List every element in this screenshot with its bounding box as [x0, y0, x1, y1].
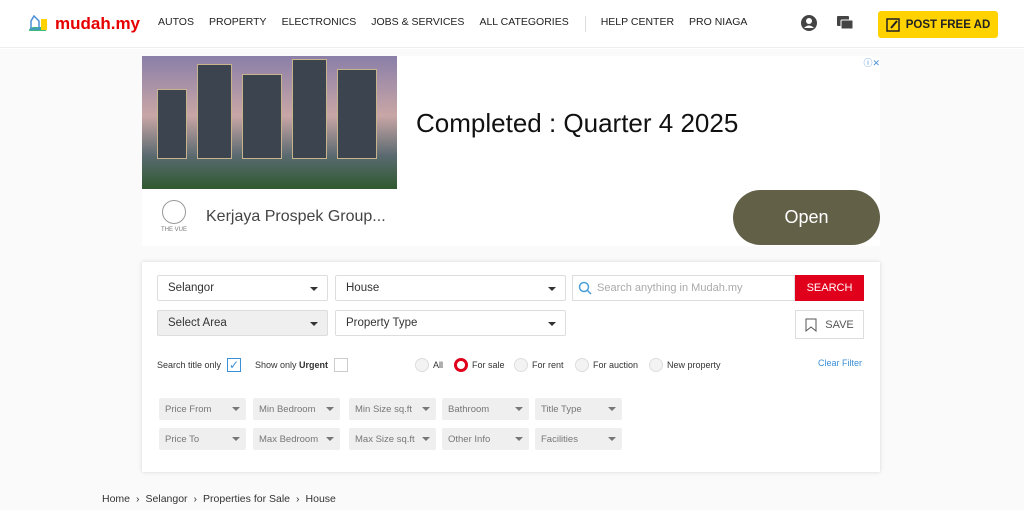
search-title-only-checkbox[interactable]: Search title only ✓ [157, 358, 242, 372]
max-size-select[interactable]: Max Size sq.ft [349, 428, 436, 450]
chevron-right-icon: › [193, 493, 198, 505]
price-to-select[interactable]: Price To [159, 428, 246, 450]
breadcrumb-home[interactable]: Home [102, 493, 130, 505]
ad-image [142, 56, 397, 189]
min-size-select[interactable]: Min Size sq.ft [349, 398, 436, 420]
post-free-ad-button[interactable]: POST FREE AD [878, 11, 998, 38]
title-type-select[interactable]: Title Type [535, 398, 622, 420]
facilities-select[interactable]: Facilities [535, 428, 622, 450]
ad-close-icon[interactable]: ⓘ✕ [863, 56, 880, 69]
chevron-right-icon: › [296, 493, 300, 505]
chat-icon[interactable] [836, 14, 854, 32]
logo-icon [29, 14, 47, 31]
radio-for-sale[interactable]: For sale [454, 358, 505, 372]
logo[interactable]: mudah.my [26, 13, 150, 35]
checkbox-checked[interactable]: ✓ [227, 358, 242, 372]
ad-headline: Completed : Quarter 4 2025 [416, 108, 739, 138]
user-icon[interactable] [800, 14, 818, 32]
save-search-button[interactable]: SAVE [795, 310, 864, 339]
nav-help-center[interactable]: HELP CENTER [601, 16, 674, 32]
radio-all[interactable]: All [415, 358, 443, 372]
advertisement[interactable]: ⓘ✕ Completed : Quarter 4 2025 THE VUE Ke… [142, 56, 880, 246]
nav-electronics[interactable]: ELECTRONICS [282, 16, 357, 32]
category-select[interactable]: House [335, 275, 566, 301]
breadcrumb-house: House [305, 493, 336, 505]
ad-open-button[interactable]: Open [733, 190, 880, 245]
bookmark-icon [805, 318, 817, 332]
max-bedroom-select[interactable]: Max Bedroom [253, 428, 340, 450]
nav-pro-niaga[interactable]: PRO NIAGA [689, 16, 747, 32]
breadcrumb-selangor[interactable]: Selangor [146, 493, 188, 505]
edit-icon [885, 17, 900, 32]
search-input[interactable]: Search anything in Mudah.my [572, 275, 795, 301]
ad-advertiser: Kerjaya Prospek Group... [206, 208, 386, 225]
breadcrumb-properties-for-sale[interactable]: Properties for Sale [203, 493, 290, 505]
nav-property[interactable]: PROPERTY [209, 16, 267, 32]
search-panel: Selangor House Search anything in Mudah.… [142, 262, 880, 472]
nav-jobs-services[interactable]: JOBS & SERVICES [371, 16, 464, 32]
main-nav: AUTOS PROPERTY ELECTRONICS JOBS & SERVIC… [158, 15, 747, 32]
area-select[interactable]: Select Area [157, 310, 328, 336]
breadcrumb: Home › Selangor › Properties for Sale › Hou… [102, 493, 336, 505]
clear-filter-link[interactable]: Clear Filter [818, 358, 862, 368]
nav-all-categories[interactable]: ALL CATEGORIES [479, 16, 568, 32]
chevron-right-icon: › [136, 493, 140, 505]
price-from-select[interactable]: Price From [159, 398, 246, 420]
advertiser-logo: THE VUE [156, 200, 192, 233]
urgent-checkbox[interactable]: Show only Urgent [255, 358, 349, 372]
property-type-select[interactable]: Property Type [335, 310, 566, 336]
bathroom-select[interactable]: Bathroom [442, 398, 529, 420]
checkbox[interactable] [334, 358, 349, 372]
min-bedroom-select[interactable]: Min Bedroom [253, 398, 340, 420]
nav-divider [584, 15, 586, 32]
nav-autos[interactable]: AUTOS [158, 16, 194, 32]
radio-for-rent[interactable]: For rent [514, 358, 564, 372]
radio-new-property[interactable]: New property [649, 358, 721, 372]
search-button[interactable]: SEARCH [795, 275, 864, 301]
search-icon [578, 281, 592, 295]
other-info-select[interactable]: Other Info [442, 428, 529, 450]
radio-for-auction[interactable]: For auction [575, 358, 638, 372]
header: mudah.my AUTOS PROPERTY ELECTRONICS JOBS… [0, 0, 1024, 48]
state-select[interactable]: Selangor [157, 275, 328, 301]
